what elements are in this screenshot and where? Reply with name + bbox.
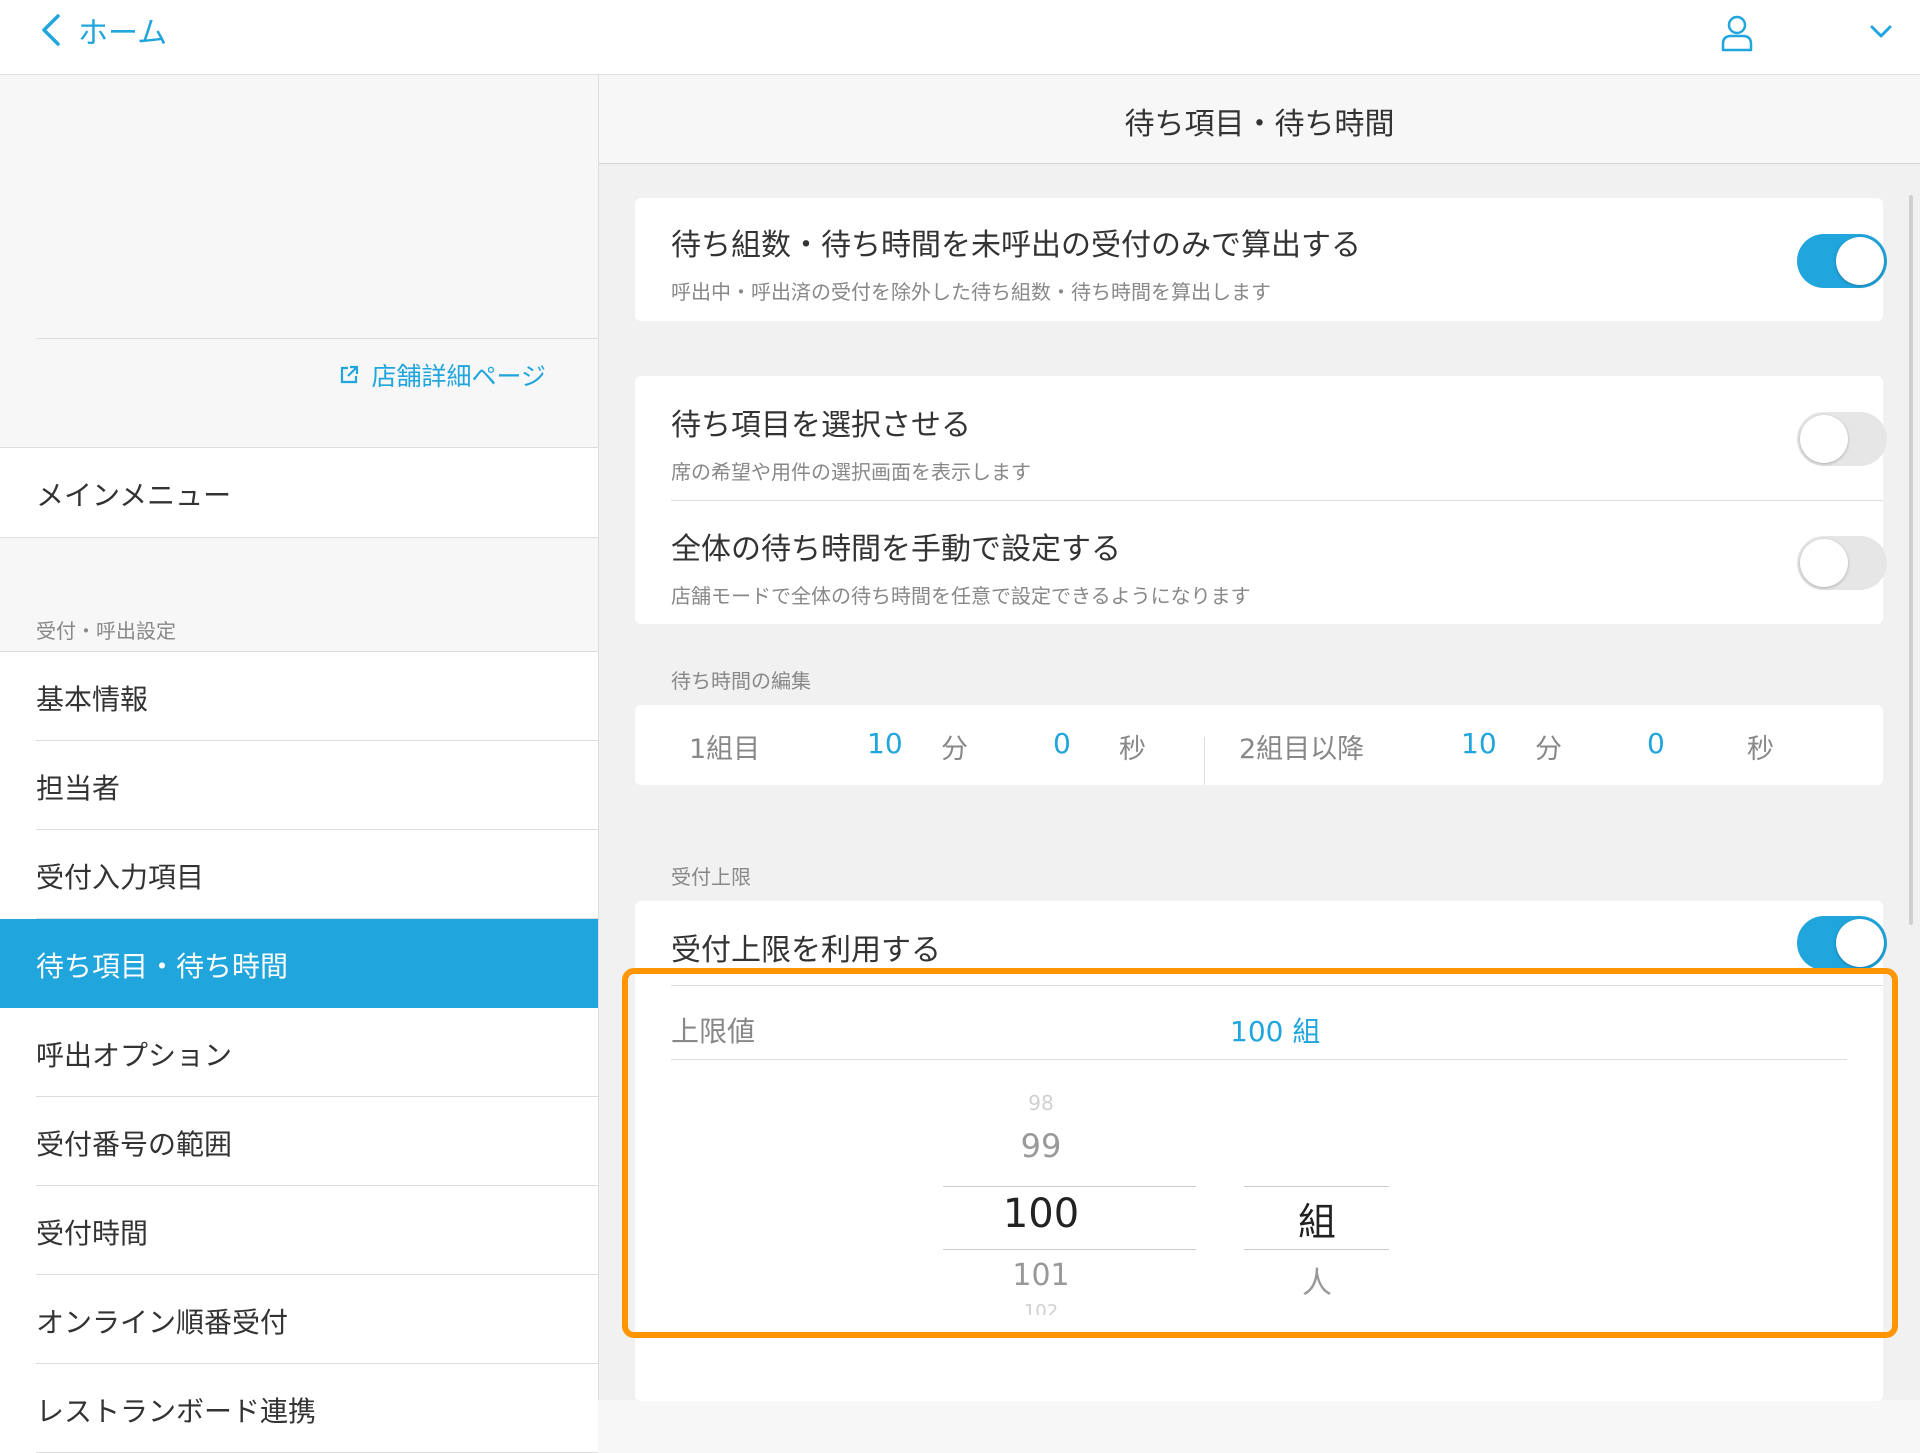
sec-unit: 秒 — [1119, 734, 1146, 765]
external-link-icon — [341, 365, 359, 384]
setting-title: 全体の待ち時間を手動で設定する — [671, 532, 1121, 567]
back-button[interactable]: ホーム — [40, 8, 167, 52]
select-items-toggle[interactable] — [1797, 412, 1887, 466]
sidebar-item-basic-info[interactable]: 基本情報 — [36, 652, 598, 741]
sidebar-item-label: メインメニュー — [36, 479, 232, 512]
sidebar-item-label: 受付入力項目 — [36, 861, 205, 894]
min-unit: 分 — [1535, 734, 1562, 765]
sidebar-item-wait-items[interactable]: 待ち項目・待ち時間 — [0, 919, 598, 1008]
store-detail-link-label: 店舗詳細ページ — [371, 362, 546, 391]
user-icon[interactable] — [1720, 14, 1754, 52]
scrollbar[interactable] — [1909, 195, 1913, 925]
sidebar-item-label: 呼出オプション — [36, 1039, 233, 1072]
sidebar-item-hours[interactable]: 受付時間 — [36, 1186, 598, 1275]
back-label: ホーム — [78, 16, 168, 51]
first-group-label: 1組目 — [689, 734, 761, 765]
sec-unit: 秒 — [1747, 734, 1774, 765]
rest-min-value[interactable]: 10 — [1461, 727, 1497, 760]
divider — [1204, 737, 1205, 785]
sidebar-item-staff[interactable]: 担当者 — [36, 741, 598, 830]
sidebar-item-label: オンライン順番受付 — [36, 1306, 289, 1339]
sidebar-item-label: 基本情報 — [36, 683, 149, 716]
sidebar-list: 基本情報 担当者 受付入力項目 待ち項目・待ち時間 呼出オプション 受付番号の範… — [0, 651, 598, 1453]
rest-sec-value[interactable]: 0 — [1647, 727, 1665, 760]
setting-subtitle: 呼出中・呼出済の受付を除外した待ち組数・待ち時間を算出します — [671, 280, 1271, 304]
section-label-limit: 受付上限 — [671, 865, 751, 889]
sidebar-item-online[interactable]: オンライン順番受付 — [36, 1275, 598, 1364]
toggle-knob — [1800, 415, 1848, 463]
setting-title: 待ち組数・待ち時間を未呼出の受付のみで算出する — [671, 228, 1361, 263]
setting-subtitle: 店舗モードで全体の待ち時間を任意で設定できるようになります — [671, 584, 1251, 608]
sidebar-section-title: 受付・呼出設定 — [36, 619, 176, 643]
sidebar: 店舗詳細ページ メインメニュー 受付・呼出設定 基本情報 担当者 受付入力項目 … — [0, 75, 599, 1453]
store-detail-link[interactable]: 店舗詳細ページ — [339, 357, 546, 393]
sidebar-item-label: 受付時間 — [36, 1217, 149, 1250]
setting-card-uncalled: 待ち組数・待ち時間を未呼出の受付のみで算出する 呼出中・呼出済の受付を除外した待… — [635, 198, 1887, 321]
highlight-frame — [622, 968, 1898, 1338]
page-title: 待ち項目・待ち時間 — [1124, 107, 1395, 142]
uncalled-only-toggle[interactable] — [1797, 234, 1887, 288]
toggle-knob — [1836, 237, 1884, 285]
min-unit: 分 — [941, 734, 968, 765]
setting-subtitle: 席の希望や用件の選択画面を表示します — [671, 460, 1031, 484]
manual-wait-toggle[interactable] — [1797, 536, 1887, 590]
sidebar-item-call-options[interactable]: 呼出オプション — [36, 1008, 598, 1097]
setting-title: 待ち項目を選択させる — [671, 408, 971, 443]
sidebar-item-main-menu[interactable]: メインメニュー — [0, 447, 598, 538]
top-bar: ホーム — [0, 0, 1920, 75]
sidebar-item-label: 待ち項目・待ち時間 — [36, 950, 289, 983]
use-limit-toggle[interactable] — [1797, 916, 1887, 970]
first-min-value[interactable]: 10 — [867, 727, 903, 760]
setting-card-items: 待ち項目を選択させる 席の希望や用件の選択画面を表示します 全体の待ち時間を手動… — [635, 376, 1887, 624]
sidebar-item-input-fields[interactable]: 受付入力項目 — [36, 830, 598, 919]
chevron-down-icon[interactable] — [1868, 20, 1894, 42]
toggle-knob — [1800, 539, 1848, 587]
toggle-knob — [1836, 919, 1884, 967]
section-label-wait-edit: 待ち時間の編集 — [671, 669, 811, 693]
chevron-left-icon — [42, 14, 60, 46]
wait-time-card: 1組目 10 分 0 秒 2組目以降 10 分 0 秒 — [635, 705, 1883, 785]
sidebar-item-restaurant-board[interactable]: レストランボード連携 — [36, 1364, 598, 1453]
first-sec-value[interactable]: 0 — [1053, 727, 1071, 760]
main-header: 待ち項目・待ち時間 — [599, 75, 1920, 164]
divider — [36, 338, 598, 339]
divider — [671, 500, 1883, 501]
sidebar-item-label: 担当者 — [36, 772, 121, 805]
sidebar-item-number-range[interactable]: 受付番号の範囲 — [36, 1097, 598, 1186]
rest-group-label: 2組目以降 — [1239, 734, 1365, 765]
setting-title: 受付上限を利用する — [671, 933, 941, 968]
sidebar-item-label: 受付番号の範囲 — [36, 1128, 233, 1161]
sidebar-item-label: レストランボード連携 — [36, 1395, 317, 1428]
